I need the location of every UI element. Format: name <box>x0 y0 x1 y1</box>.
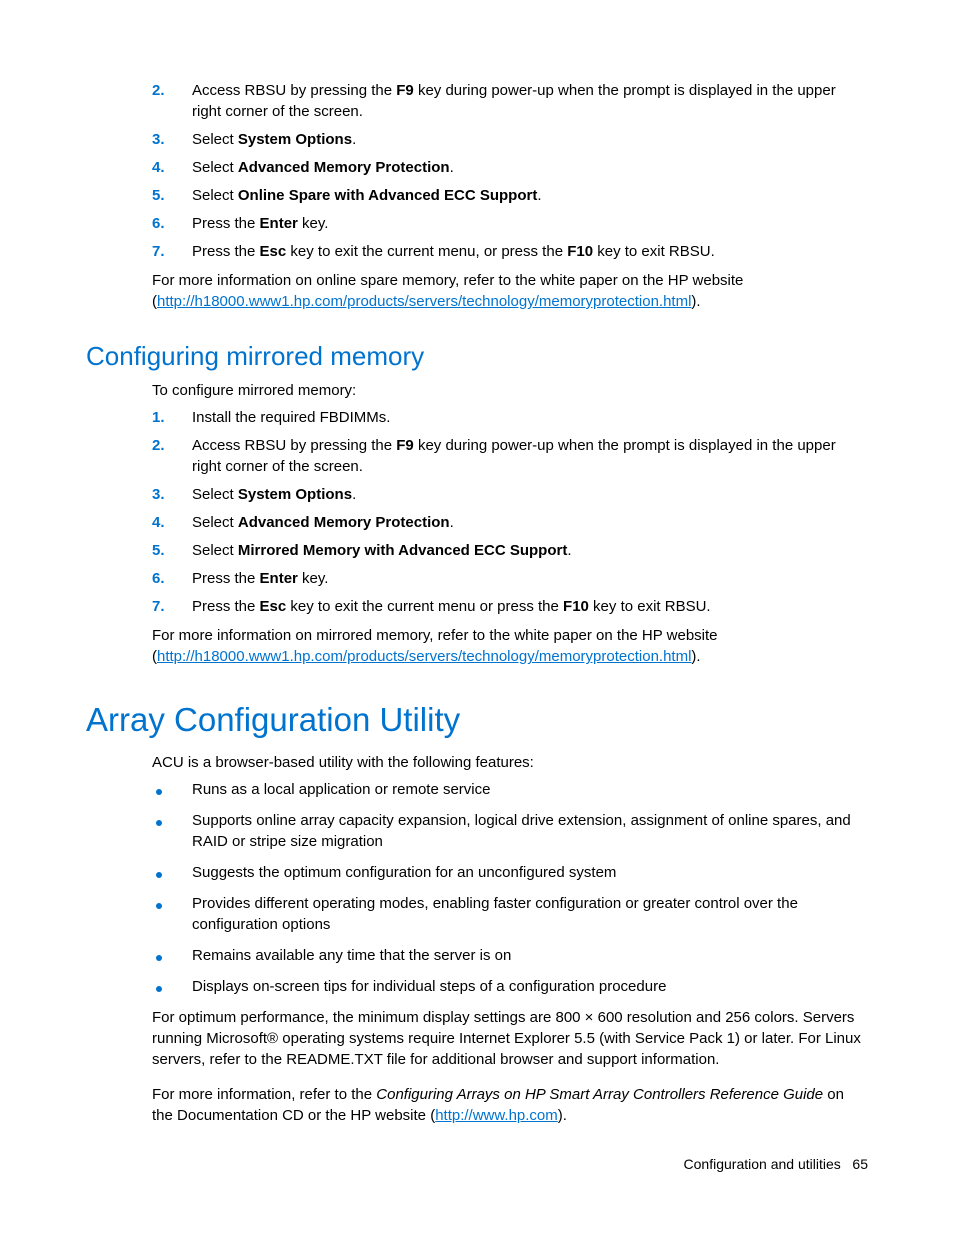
list-item: Suggests the optimum configuration for a… <box>86 862 868 883</box>
step-number: 2. <box>86 435 192 477</box>
list-item: Runs as a local application or remote se… <box>86 779 868 800</box>
step-number: 3. <box>86 484 192 505</box>
step-text: Install the required FBDIMMs. <box>192 407 868 428</box>
bullet-text: Runs as a local application or remote se… <box>192 779 868 800</box>
list-item: 4. Select Advanced Memory Protection. <box>86 157 868 178</box>
step-text: Access RBSU by pressing the F9 key durin… <box>192 435 868 477</box>
list-item: 1. Install the required FBDIMMs. <box>86 407 868 428</box>
step-number: 7. <box>86 596 192 617</box>
list-item: 2. Access RBSU by pressing the F9 key du… <box>86 435 868 477</box>
list-item: 7. Press the Esc key to exit the current… <box>86 241 868 262</box>
performance-paragraph: For optimum performance, the minimum dis… <box>152 1007 868 1070</box>
bullet-icon <box>86 779 192 800</box>
note-paragraph: For more information on mirrored memory,… <box>152 625 868 667</box>
hp-website-link[interactable]: http://www.hp.com <box>435 1107 558 1124</box>
heading-configuring-mirrored-memory: Configuring mirrored memory <box>86 338 868 374</box>
step-text: Select System Options. <box>192 129 868 150</box>
bullet-list: Runs as a local application or remote se… <box>86 779 868 997</box>
list-item: 5. Select Online Spare with Advanced ECC… <box>86 185 868 206</box>
step-number: 6. <box>86 213 192 234</box>
bullet-icon <box>86 893 192 935</box>
bullet-text: Supports online array capacity expansion… <box>192 810 868 852</box>
bullet-text: Displays on-screen tips for individual s… <box>192 976 868 997</box>
list-item: Provides different operating modes, enab… <box>86 893 868 935</box>
bullet-text: Remains available any time that the serv… <box>192 945 868 966</box>
step-text: Select Online Spare with Advanced ECC Su… <box>192 185 868 206</box>
step-text: Select Advanced Memory Protection. <box>192 157 868 178</box>
step-text: Press the Enter key. <box>192 213 868 234</box>
step-number: 1. <box>86 407 192 428</box>
list-item: 6. Press the Enter key. <box>86 568 868 589</box>
step-text: Select Mirrored Memory with Advanced ECC… <box>192 540 868 561</box>
more-info-paragraph: For more information, refer to the Confi… <box>152 1084 868 1126</box>
intro-paragraph: ACU is a browser-based utility with the … <box>152 752 868 773</box>
bullet-text: Suggests the optimum configuration for a… <box>192 862 868 883</box>
step-number: 2. <box>86 80 192 122</box>
list-item: Supports online array capacity expansion… <box>86 810 868 852</box>
note-paragraph: For more information on online spare mem… <box>152 270 868 312</box>
list-item: 3. Select System Options. <box>86 484 868 505</box>
step-number: 7. <box>86 241 192 262</box>
list-item: 2. Access RBSU by pressing the F9 key du… <box>86 80 868 122</box>
list-item: Displays on-screen tips for individual s… <box>86 976 868 997</box>
memory-protection-link[interactable]: http://h18000.www1.hp.com/products/serve… <box>157 293 691 310</box>
step-text: Select System Options. <box>192 484 868 505</box>
step-text: Select Advanced Memory Protection. <box>192 512 868 533</box>
step-number: 5. <box>86 540 192 561</box>
step-number: 6. <box>86 568 192 589</box>
step-text: Press the Enter key. <box>192 568 868 589</box>
bullet-icon <box>86 862 192 883</box>
heading-array-configuration-utility: Array Configuration Utility <box>86 697 868 743</box>
page-footer: Configuration and utilities 65 <box>684 1155 868 1175</box>
bullet-icon <box>86 810 192 852</box>
step-number: 4. <box>86 157 192 178</box>
footer-section-label: Configuration and utilities <box>684 1156 841 1172</box>
list-item: 7. Press the Esc key to exit the current… <box>86 596 868 617</box>
ordered-list-section2: 1. Install the required FBDIMMs. 2. Acce… <box>86 407 868 617</box>
bullet-icon <box>86 945 192 966</box>
list-item: 6. Press the Enter key. <box>86 213 868 234</box>
memory-protection-link[interactable]: http://h18000.www1.hp.com/products/serve… <box>157 648 691 665</box>
bullet-text: Provides different operating modes, enab… <box>192 893 868 935</box>
page-number: 65 <box>852 1156 868 1172</box>
step-number: 5. <box>86 185 192 206</box>
list-item: 5. Select Mirrored Memory with Advanced … <box>86 540 868 561</box>
list-item: Remains available any time that the serv… <box>86 945 868 966</box>
intro-paragraph: To configure mirrored memory: <box>152 380 868 401</box>
step-text: Press the Esc key to exit the current me… <box>192 596 868 617</box>
step-number: 3. <box>86 129 192 150</box>
list-item: 3. Select System Options. <box>86 129 868 150</box>
bullet-icon <box>86 976 192 997</box>
list-item: 4. Select Advanced Memory Protection. <box>86 512 868 533</box>
ordered-list-section1: 2. Access RBSU by pressing the F9 key du… <box>86 80 868 262</box>
step-text: Press the Esc key to exit the current me… <box>192 241 868 262</box>
step-number: 4. <box>86 512 192 533</box>
step-text: Access RBSU by pressing the F9 key durin… <box>192 80 868 122</box>
